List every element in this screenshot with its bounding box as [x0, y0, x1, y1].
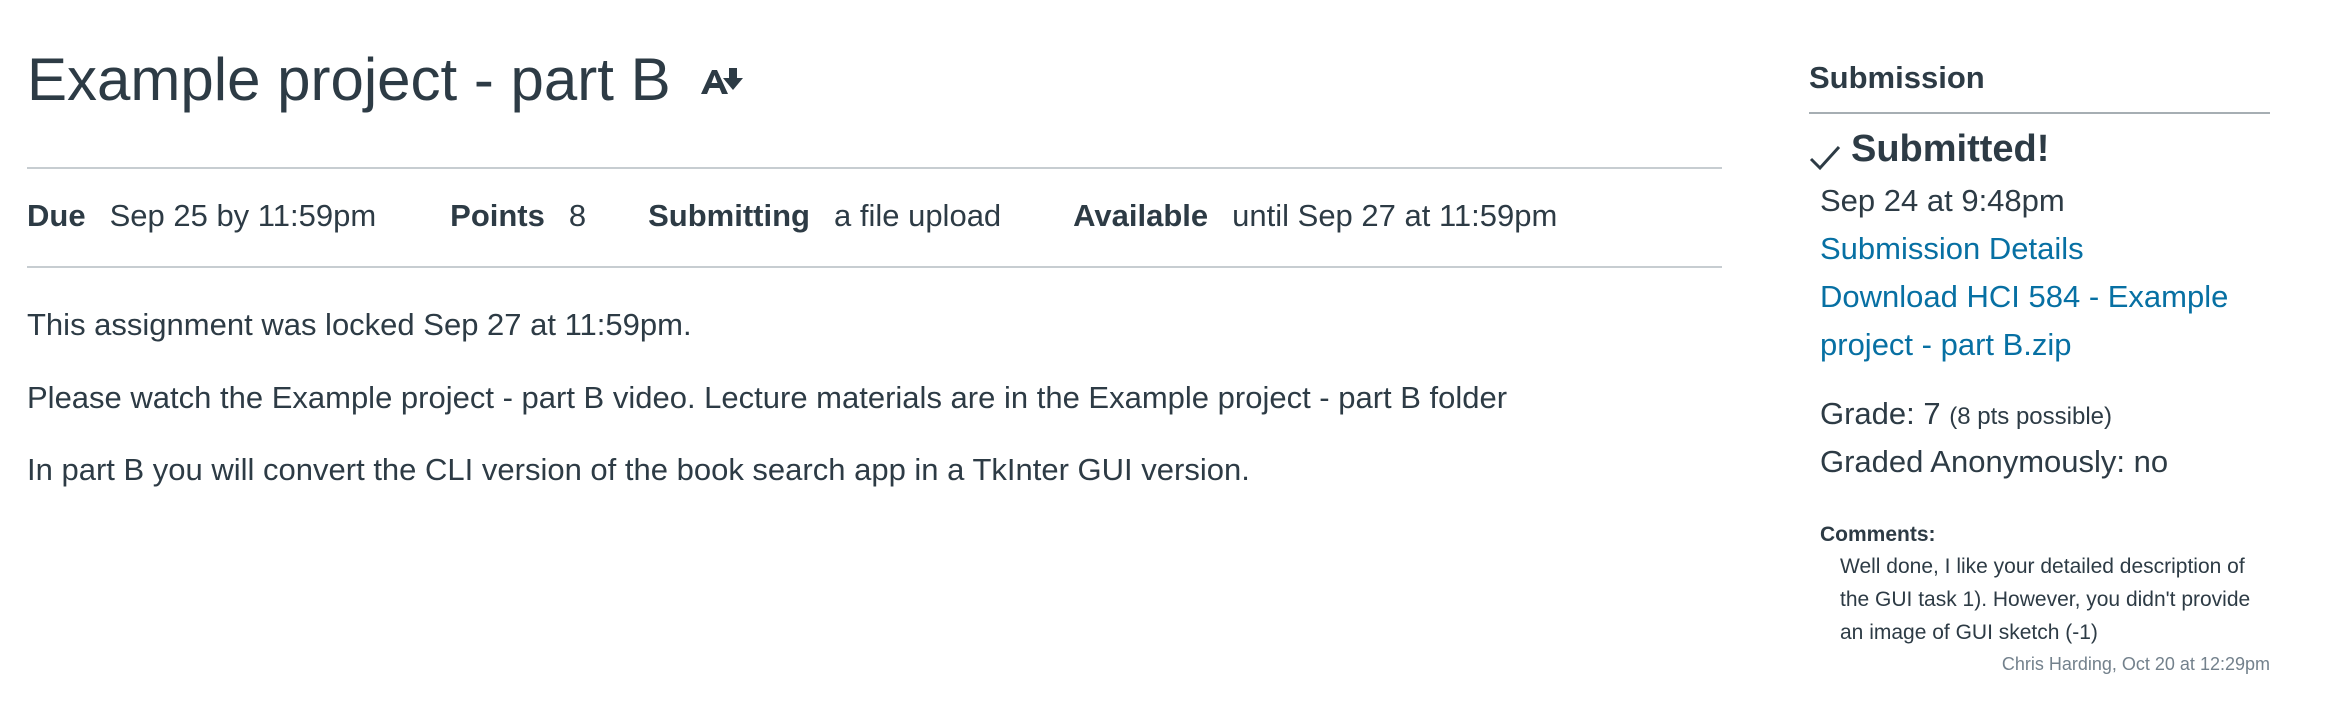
submitting-label: Submitting — [648, 198, 810, 233]
submission-date: Sep 24 at 9:48pm — [1820, 183, 2065, 218]
available-value: until Sep 27 at 11:59pm — [1232, 198, 1558, 233]
details-bottom-divider — [27, 266, 1722, 268]
submission-details-link[interactable]: Submission Details — [1820, 225, 2265, 273]
due-value: Sep 25 by 11:59pm — [109, 198, 377, 233]
submission-status-text: Submitted! — [1851, 128, 2050, 170]
points-detail: Points 8 — [450, 198, 586, 234]
comment-text: Well done, I like your detailed descript… — [1840, 555, 2251, 644]
due-label: Due — [27, 198, 86, 233]
submitting-value: a file upload — [833, 198, 1002, 233]
title-row: Example project - part B — [27, 40, 745, 120]
submitting-detail: Submitting a file upload — [648, 198, 1001, 234]
immersive-reader-icon[interactable] — [699, 64, 745, 100]
comment-author: Chris Harding, Oct 20 at 12:29pm — [2001, 654, 2270, 674]
comments-label: Comments: — [1820, 523, 1936, 546]
grade-possible: (8 pts possible) — [1949, 403, 2112, 430]
available-label: Available — [1073, 198, 1209, 233]
submission-divider — [1809, 112, 2270, 114]
points-value: 8 — [568, 198, 587, 233]
assignment-details: Due Sep 25 by 11:59pm Points 8 Submittin… — [27, 190, 1557, 242]
details-top-divider — [27, 167, 1722, 169]
locked-notice: This assignment was locked Sep 27 at 11:… — [27, 307, 692, 342]
page-title: Example project - part B — [27, 46, 671, 113]
download-submission-link[interactable]: Download HCI 584 - Example project - par… — [1820, 273, 2265, 369]
description-paragraph: In part B you will convert the CLI versi… — [27, 452, 1250, 487]
due-detail: Due Sep 25 by 11:59pm — [27, 198, 376, 234]
submission-status: Submitted! — [1809, 124, 2049, 174]
submission-heading: Submission — [1809, 60, 1985, 95]
grade: Grade: 7 (8 pts possible) — [1820, 392, 2112, 439]
points-label: Points — [450, 198, 545, 233]
grade-value: Grade: 7 — [1820, 396, 1941, 431]
description-paragraph: Please watch the Example project - part … — [27, 380, 1508, 415]
graded-anonymously: Graded Anonymously: no — [1820, 444, 2169, 479]
check-icon — [1809, 135, 1841, 171]
available-detail: Available until Sep 27 at 11:59pm — [1073, 198, 1557, 234]
